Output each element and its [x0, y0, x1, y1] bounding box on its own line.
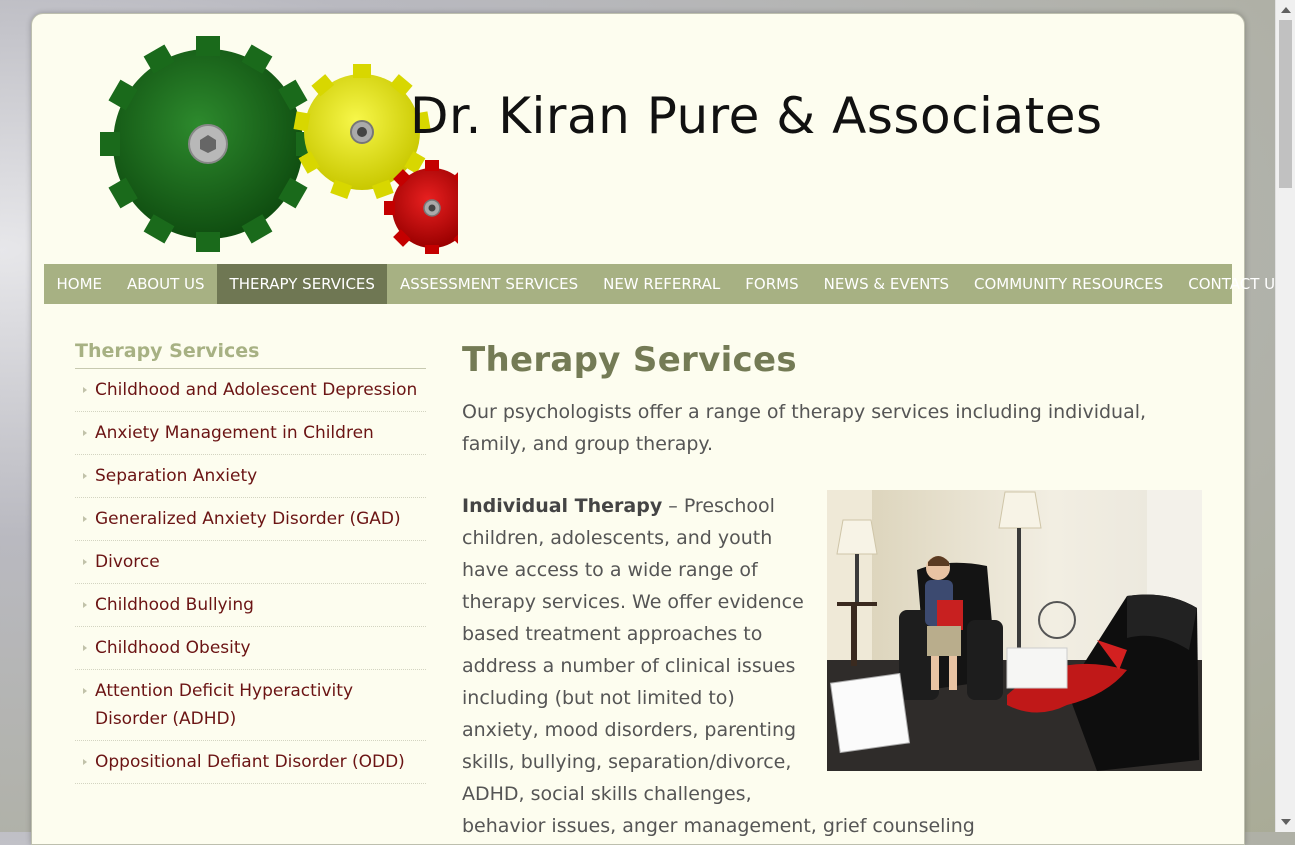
bullet-arrow-icon [83, 759, 87, 765]
sidebar-item-label: Childhood and Adolescent Depression [95, 380, 418, 400]
scrollbar-thumb[interactable] [1279, 20, 1292, 188]
scroll-up-icon[interactable] [1281, 7, 1291, 13]
therapy-room-photo [827, 490, 1202, 771]
sidebar-list: Childhood and Adolescent Depression Anxi… [75, 369, 426, 784]
sidebar-item-adhd[interactable]: Attention Deficit Hyperactivity Disorder… [75, 670, 426, 741]
scroll-down-icon[interactable] [1281, 819, 1291, 825]
nav-item-new-referral[interactable]: NEW REFERRAL [591, 264, 733, 304]
gears-logo[interactable] [68, 24, 458, 254]
sidebar-item-gad[interactable]: Generalized Anxiety Disorder (GAD) [75, 498, 426, 541]
sidebar: Therapy Services Childhood and Adolescen… [75, 340, 426, 784]
nav-item-forms[interactable]: FORMS [733, 264, 811, 304]
sidebar-item-label: Oppositional Defiant Disorder (ODD) [95, 752, 405, 772]
sidebar-item-label: Childhood Bullying [95, 595, 254, 615]
page-container: Dr. Kiran Pure & Associates HOME ABOUT U… [31, 13, 1285, 845]
nav-item-home[interactable]: HOME [44, 264, 115, 304]
bullet-arrow-icon [83, 516, 87, 522]
sidebar-item-anxiety-management[interactable]: Anxiety Management in Children [75, 412, 426, 455]
main-nav: HOME ABOUT US THERAPY SERVICES ASSESSMEN… [44, 264, 1285, 304]
sidebar-item-label: Separation Anxiety [95, 466, 258, 486]
sidebar-item-divorce[interactable]: Divorce [75, 541, 426, 584]
bullet-arrow-icon [83, 473, 87, 479]
intro-paragraph: Our psychologists offer a range of thera… [462, 401, 1147, 455]
bullet-arrow-icon [83, 645, 87, 651]
bullet-arrow-icon [83, 559, 87, 565]
nav-item-about-us[interactable]: ABOUT US [115, 264, 218, 304]
sidebar-item-depression[interactable]: Childhood and Adolescent Depression [75, 369, 426, 412]
bullet-arrow-icon [83, 430, 87, 436]
bullet-arrow-icon [83, 688, 87, 694]
bullet-arrow-icon [83, 602, 87, 608]
vertical-scrollbar[interactable] [1275, 0, 1295, 832]
sidebar-item-separation-anxiety[interactable]: Separation Anxiety [75, 455, 426, 498]
sidebar-item-odd[interactable]: Oppositional Defiant Disorder (ODD) [75, 741, 426, 784]
sidebar-item-bullying[interactable]: Childhood Bullying [75, 584, 426, 627]
nav-item-community-resources[interactable]: COMMUNITY RESOURCES [962, 264, 1176, 304]
sidebar-item-obesity[interactable]: Childhood Obesity [75, 627, 426, 670]
site-title[interactable]: Dr. Kiran Pure & Associates [410, 87, 1103, 145]
sidebar-item-label: Childhood Obesity [95, 638, 251, 658]
nav-item-news-events[interactable]: NEWS & EVENTS [811, 264, 961, 304]
sidebar-item-label: Generalized Anxiety Disorder (GAD) [95, 509, 401, 529]
sidebar-item-label: Divorce [95, 552, 160, 572]
main-content: Therapy Services Our psychologists offer… [462, 340, 1202, 842]
individual-therapy-section: Individual Therapy – Preschool children,… [462, 490, 1202, 842]
sidebar-title: Therapy Services [75, 340, 426, 369]
sidebar-item-label: Anxiety Management in Children [95, 423, 374, 443]
page-title: Therapy Services [462, 340, 797, 380]
sidebar-item-label: Attention Deficit Hyperactivity Disorder… [95, 681, 354, 729]
individual-therapy-label: Individual Therapy [462, 495, 663, 517]
nav-item-assessment-services[interactable]: ASSESSMENT SERVICES [387, 264, 590, 304]
nav-item-therapy-services[interactable]: THERAPY SERVICES [217, 264, 388, 304]
bullet-arrow-icon [83, 387, 87, 393]
